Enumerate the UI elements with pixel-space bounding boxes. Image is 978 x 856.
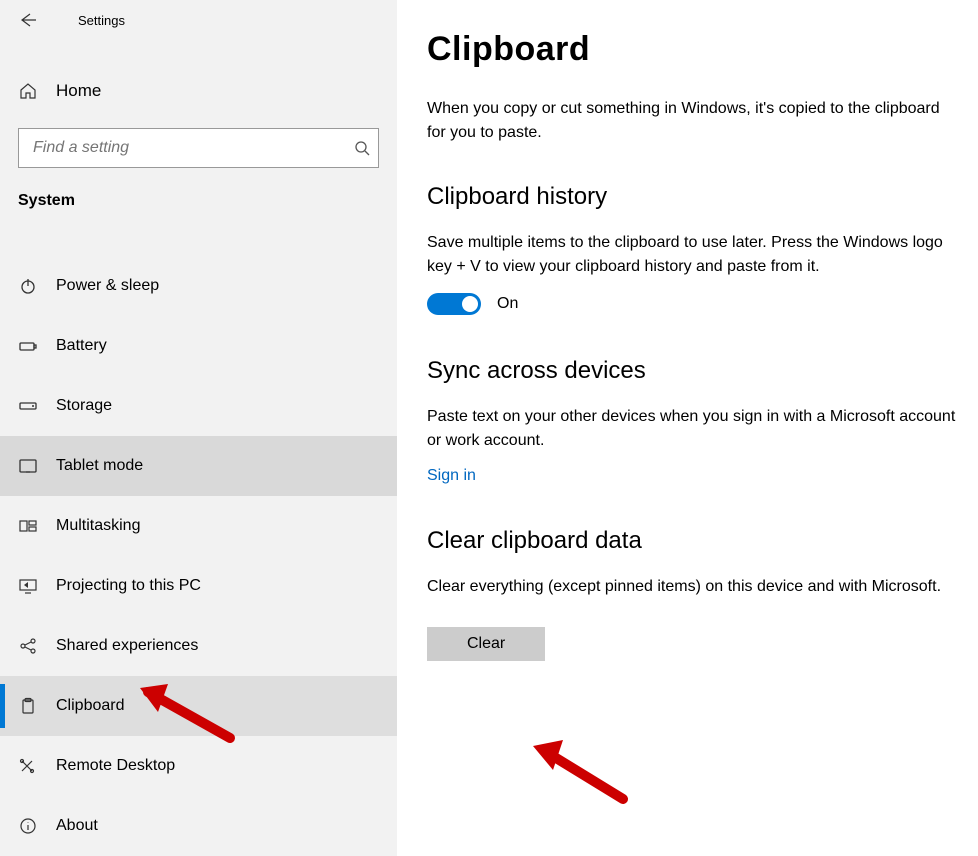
nav-label: Multitasking xyxy=(56,517,140,535)
sidebar-item-clipboard[interactable]: Clipboard xyxy=(0,676,397,736)
nav-label: Shared experiences xyxy=(56,637,198,655)
nav-label: Projecting to this PC xyxy=(56,577,201,595)
sidebar: Settings Home System Power & sleep Batte… xyxy=(0,0,397,856)
clipboard-icon xyxy=(18,696,38,716)
sidebar-item-storage[interactable]: Storage xyxy=(0,376,397,436)
sidebar-item-multitasking[interactable]: Multitasking xyxy=(0,496,397,556)
section-desc: Clear everything (except pinned items) o… xyxy=(427,575,957,599)
sidebar-item-battery[interactable]: Battery xyxy=(0,316,397,376)
section-desc: Save multiple items to the clipboard to … xyxy=(427,231,957,279)
toggle-row-clipboard-history: On xyxy=(427,293,957,315)
section-clear-clipboard: Clear clipboard data Clear everything (e… xyxy=(427,527,957,661)
nav-list: Power & sleep Battery Storage Tablet mod… xyxy=(0,256,397,856)
content-pane: Clipboard When you copy or cut something… xyxy=(397,0,978,856)
clipboard-history-toggle[interactable] xyxy=(427,293,481,315)
category-label: System xyxy=(0,168,397,220)
projecting-icon xyxy=(18,576,38,596)
window-title: Settings xyxy=(78,13,125,28)
info-icon xyxy=(18,816,38,836)
toggle-state-label: On xyxy=(497,295,518,313)
battery-icon xyxy=(18,336,38,356)
share-icon xyxy=(18,636,38,656)
home-icon xyxy=(18,81,38,101)
search-wrap xyxy=(18,128,379,168)
page-intro: When you copy or cut something in Window… xyxy=(427,97,957,145)
power-icon xyxy=(18,276,38,296)
arrow-left-icon xyxy=(18,10,38,30)
back-button[interactable] xyxy=(14,6,42,34)
home-label: Home xyxy=(56,81,101,101)
multitasking-icon xyxy=(18,516,38,536)
page-title: Clipboard xyxy=(427,30,960,69)
search-box[interactable] xyxy=(18,128,379,168)
nav-label: Clipboard xyxy=(56,697,124,715)
section-clipboard-history: Clipboard history Save multiple items to… xyxy=(427,183,957,315)
sign-in-link[interactable]: Sign in xyxy=(427,467,476,484)
sidebar-item-tablet-mode[interactable]: Tablet mode xyxy=(0,436,397,496)
remote-desktop-icon xyxy=(18,756,38,776)
annotation-arrow-clear xyxy=(523,734,633,809)
clear-button[interactable]: Clear xyxy=(427,627,545,661)
nav-label: Remote Desktop xyxy=(56,757,175,775)
nav-label: About xyxy=(56,817,98,835)
section-title: Clear clipboard data xyxy=(427,527,957,555)
section-title: Clipboard history xyxy=(427,183,957,211)
sidebar-item-about[interactable]: About xyxy=(0,796,397,856)
sidebar-item-power-sleep[interactable]: Power & sleep xyxy=(0,256,397,316)
nav-label: Storage xyxy=(56,397,112,415)
section-title: Sync across devices xyxy=(427,357,957,385)
storage-icon xyxy=(18,396,38,416)
sidebar-item-projecting[interactable]: Projecting to this PC xyxy=(0,556,397,616)
section-desc: Paste text on your other devices when yo… xyxy=(427,405,957,453)
nav-label: Battery xyxy=(56,337,107,355)
titlebar: Settings xyxy=(0,0,397,40)
section-sync-devices: Sync across devices Paste text on your o… xyxy=(427,357,957,485)
sidebar-item-home[interactable]: Home xyxy=(0,70,397,112)
tablet-mode-icon xyxy=(18,456,38,476)
sidebar-item-shared-experiences[interactable]: Shared experiences xyxy=(0,616,397,676)
nav-label: Power & sleep xyxy=(56,277,159,295)
search-input[interactable] xyxy=(19,139,346,157)
sidebar-item-remote-desktop[interactable]: Remote Desktop xyxy=(0,736,397,796)
nav-label: Tablet mode xyxy=(56,457,143,475)
search-icon xyxy=(346,140,378,156)
